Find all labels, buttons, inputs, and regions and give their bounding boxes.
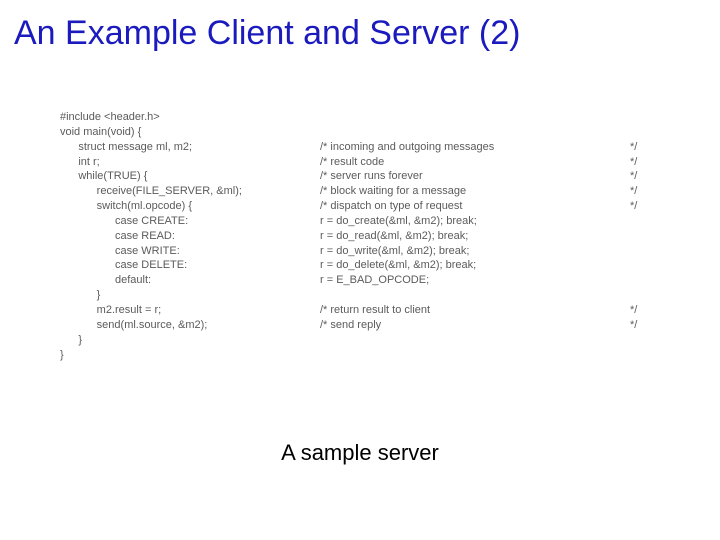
- code-row: }: [60, 348, 675, 363]
- code-comment: r = do_create(&ml, &m2); break;: [320, 214, 630, 229]
- code-comment-end: [630, 273, 660, 288]
- code-row: void main(void) {: [60, 125, 675, 140]
- code-text: while(TRUE) {: [60, 169, 320, 184]
- code-text: case READ:: [60, 229, 320, 244]
- code-comment: /* return result to client: [320, 303, 630, 318]
- code-row: while(TRUE) {/* server runs forever*/: [60, 169, 675, 184]
- code-comment: /* server runs forever: [320, 169, 630, 184]
- code-comment: r = do_read(&ml, &m2); break;: [320, 229, 630, 244]
- code-comment-end: */: [630, 184, 660, 199]
- code-row: }: [60, 288, 675, 303]
- slide: An Example Client and Server (2) #includ…: [0, 0, 720, 540]
- code-text: int r;: [60, 155, 320, 170]
- code-row: }: [60, 333, 675, 348]
- code-comment: /* dispatch on type of request: [320, 199, 630, 214]
- code-comment: [320, 288, 630, 303]
- code-row: case CREATE:r = do_create(&ml, &m2); bre…: [60, 214, 675, 229]
- code-comment: /* incoming and outgoing messages: [320, 140, 630, 155]
- code-comment-end: [630, 229, 660, 244]
- code-comment-end: [630, 125, 660, 140]
- code-text: }: [60, 288, 320, 303]
- code-row: case WRITE:r = do_write(&ml, &m2); break…: [60, 244, 675, 259]
- code-row: struct message ml, m2;/* incoming and ou…: [60, 140, 675, 155]
- code-comment-end: */: [630, 169, 660, 184]
- code-comment: r = do_write(&ml, &m2); break;: [320, 244, 630, 259]
- code-row: default:r = E_BAD_OPCODE;: [60, 273, 675, 288]
- slide-title: An Example Client and Server (2): [14, 14, 706, 53]
- code-row: case DELETE:r = do_delete(&ml, &m2); bre…: [60, 258, 675, 273]
- code-comment-end: */: [630, 155, 660, 170]
- code-row: int r;/* result code*/: [60, 155, 675, 170]
- code-comment: /* send reply: [320, 318, 630, 333]
- code-comment-end: [630, 214, 660, 229]
- code-comment: [320, 125, 630, 140]
- code-text: case CREATE:: [60, 214, 320, 229]
- code-text: case WRITE:: [60, 244, 320, 259]
- code-comment: [320, 110, 630, 125]
- slide-caption: A sample server: [0, 440, 720, 466]
- code-comment: r = do_delete(&ml, &m2); break;: [320, 258, 630, 273]
- code-text: default:: [60, 273, 320, 288]
- code-row: switch(ml.opcode) {/* dispatch on type o…: [60, 199, 675, 214]
- code-text: }: [60, 333, 320, 348]
- code-row: #include <header.h>: [60, 110, 675, 125]
- code-comment-end: [630, 288, 660, 303]
- code-block: #include <header.h> void main(void) { st…: [60, 110, 675, 362]
- code-text: }: [60, 348, 320, 363]
- code-row: receive(FILE_SERVER, &ml);/* block waiti…: [60, 184, 675, 199]
- code-comment-end: [630, 244, 660, 259]
- code-comment-end: [630, 333, 660, 348]
- code-comment-end: [630, 258, 660, 273]
- code-comment-end: */: [630, 318, 660, 333]
- code-row: m2.result = r;/* return result to client…: [60, 303, 675, 318]
- code-comment: /* block waiting for a message: [320, 184, 630, 199]
- code-comment-end: */: [630, 140, 660, 155]
- code-row: case READ:r = do_read(&ml, &m2); break;: [60, 229, 675, 244]
- code-text: receive(FILE_SERVER, &ml);: [60, 184, 320, 199]
- code-text: m2.result = r;: [60, 303, 320, 318]
- code-comment-end: */: [630, 303, 660, 318]
- code-text: #include <header.h>: [60, 110, 320, 125]
- code-comment: [320, 348, 630, 363]
- code-row: send(ml.source, &m2);/* send reply*/: [60, 318, 675, 333]
- code-text: send(ml.source, &m2);: [60, 318, 320, 333]
- code-comment-end: */: [630, 199, 660, 214]
- code-text: case DELETE:: [60, 258, 320, 273]
- code-text: switch(ml.opcode) {: [60, 199, 320, 214]
- code-comment-end: [630, 110, 660, 125]
- code-text: struct message ml, m2;: [60, 140, 320, 155]
- code-comment: /* result code: [320, 155, 630, 170]
- code-comment: r = E_BAD_OPCODE;: [320, 273, 630, 288]
- code-comment: [320, 333, 630, 348]
- code-comment-end: [630, 348, 660, 363]
- code-text: void main(void) {: [60, 125, 320, 140]
